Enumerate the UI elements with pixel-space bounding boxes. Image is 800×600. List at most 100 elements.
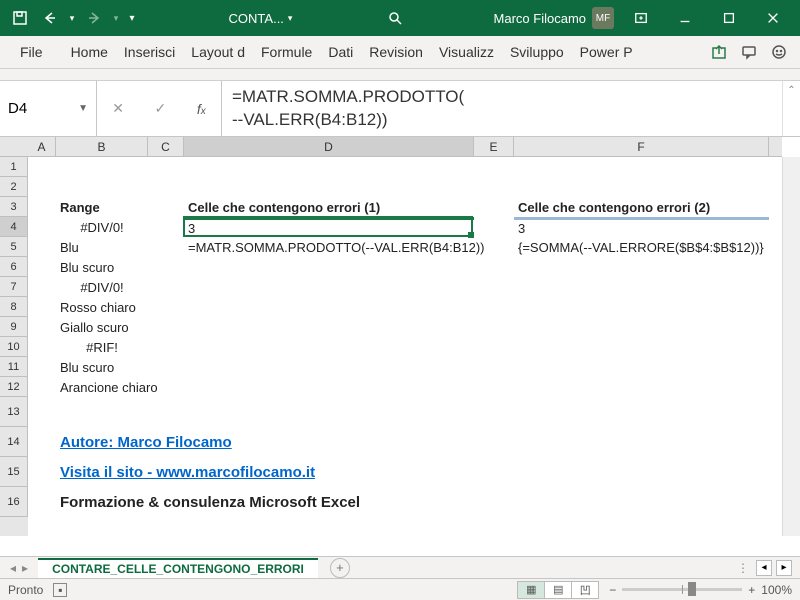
cell-A13[interactable] <box>28 397 56 427</box>
cell-A15[interactable] <box>28 457 56 487</box>
close-icon[interactable] <box>752 4 794 32</box>
cell-B12[interactable]: Arancione chiaro <box>56 377 148 397</box>
cell-F5[interactable]: {=SOMMA(--VAL.ERRORE($B$4:$B$12))} <box>514 237 769 257</box>
row-header-13[interactable]: 13 <box>0 397 28 427</box>
cell-F12[interactable] <box>514 377 769 397</box>
cell-F8[interactable] <box>514 297 769 317</box>
cell-C16[interactable] <box>148 487 184 517</box>
cell-D10[interactable] <box>184 337 474 357</box>
cell-B16[interactable]: Formazione & consulenza Microsoft Excel <box>56 487 148 517</box>
cell-D4[interactable]: 3 <box>184 217 474 237</box>
share-icon[interactable] <box>704 44 734 60</box>
zoom-slider[interactable] <box>622 588 742 591</box>
cancel-formula-icon[interactable]: ✕ <box>112 100 124 117</box>
redo-icon[interactable] <box>80 4 108 32</box>
zoom-out-button[interactable]: − <box>609 583 616 597</box>
row-header-10[interactable]: 10 <box>0 337 28 357</box>
cell-A9[interactable] <box>28 317 56 337</box>
cell-B2[interactable] <box>56 177 148 197</box>
cell-E5[interactable] <box>474 237 514 257</box>
cell-C15[interactable] <box>148 457 184 487</box>
view-page-layout-icon[interactable]: ▤ <box>544 581 572 599</box>
cell-D14[interactable] <box>184 427 474 457</box>
cell-E7[interactable] <box>474 277 514 297</box>
minimize-icon[interactable] <box>664 4 706 32</box>
tab-home[interactable]: Home <box>63 38 116 66</box>
zoom-in-button[interactable]: + <box>748 583 755 597</box>
fx-icon[interactable]: fx <box>197 101 206 117</box>
row-header-12[interactable]: 12 <box>0 377 28 397</box>
cell-E4[interactable] <box>474 217 514 237</box>
cell-D16[interactable] <box>184 487 474 517</box>
cell-A5[interactable] <box>28 237 56 257</box>
cell-C10[interactable] <box>148 337 184 357</box>
cell-F7[interactable] <box>514 277 769 297</box>
row-header-7[interactable]: 7 <box>0 277 28 297</box>
cell-C4[interactable] <box>148 217 184 237</box>
cell-D8[interactable] <box>184 297 474 317</box>
cell-A2[interactable] <box>28 177 56 197</box>
tab-layout[interactable]: Layout d <box>183 38 253 66</box>
add-sheet-button[interactable]: + <box>330 558 350 578</box>
cell-B3[interactable]: Range <box>56 197 148 217</box>
cell-F16[interactable] <box>514 487 769 517</box>
cell-F3[interactable]: Celle che contengono errori (2) <box>514 197 769 217</box>
comments-icon[interactable] <box>734 44 764 60</box>
cell-B1[interactable] <box>56 157 148 177</box>
tab-formulas[interactable]: Formule <box>253 38 320 66</box>
row-header-2[interactable]: 2 <box>0 177 28 197</box>
row-header-4[interactable]: 4 <box>0 217 28 237</box>
cell-A10[interactable] <box>28 337 56 357</box>
save-icon[interactable] <box>6 4 34 32</box>
col-header-C[interactable]: C <box>148 137 184 156</box>
cell-E11[interactable] <box>474 357 514 377</box>
row-header-1[interactable]: 1 <box>0 157 28 177</box>
col-header-D[interactable]: D <box>184 137 474 156</box>
cell-B4[interactable]: #DIV/0! <box>56 217 148 237</box>
cell-A3[interactable] <box>28 197 56 217</box>
col-header-E[interactable]: E <box>474 137 514 156</box>
cell-C9[interactable] <box>148 317 184 337</box>
cell-A6[interactable] <box>28 257 56 277</box>
cell-C12[interactable] <box>148 377 184 397</box>
hscroll-left[interactable]: ◂ <box>756 560 772 576</box>
tab-insert[interactable]: Inserisci <box>116 38 183 66</box>
row-header-15[interactable]: 15 <box>0 457 28 487</box>
cell-E6[interactable] <box>474 257 514 277</box>
sheet-tab[interactable]: CONTARE_CELLE_CONTENGONO_ERRORI <box>38 558 318 578</box>
row-header-11[interactable]: 11 <box>0 357 28 377</box>
maximize-icon[interactable] <box>708 4 750 32</box>
cell-C11[interactable] <box>148 357 184 377</box>
cell-F6[interactable] <box>514 257 769 277</box>
sheet-nav-prev[interactable]: ◂ <box>10 561 16 575</box>
cell-B10[interactable]: #RIF! <box>56 337 148 357</box>
cell-E13[interactable] <box>474 397 514 427</box>
cell-A12[interactable] <box>28 377 56 397</box>
cell-D1[interactable] <box>184 157 474 177</box>
vertical-scrollbar[interactable] <box>782 157 800 536</box>
cell-F9[interactable] <box>514 317 769 337</box>
formula-input[interactable]: =MATR.SOMMA.PRODOTTO( --VAL.ERR(B4:B12)) <box>222 81 782 136</box>
cell-C7[interactable] <box>148 277 184 297</box>
undo-dropdown-icon[interactable]: ▾ <box>66 4 78 32</box>
cell-D12[interactable] <box>184 377 474 397</box>
cell-A16[interactable] <box>28 487 56 517</box>
col-header-B[interactable]: B <box>56 137 148 156</box>
name-box[interactable]: D4 ▼ <box>0 81 97 136</box>
row-header-14[interactable]: 14 <box>0 427 28 457</box>
cell-C1[interactable] <box>148 157 184 177</box>
cell-B8[interactable]: Rosso chiaro <box>56 297 148 317</box>
row-header-8[interactable]: 8 <box>0 297 28 317</box>
cell-D9[interactable] <box>184 317 474 337</box>
cell-A14[interactable] <box>28 427 56 457</box>
row-header-3[interactable]: 3 <box>0 197 28 217</box>
cell-A8[interactable] <box>28 297 56 317</box>
cell-E3[interactable] <box>474 197 514 217</box>
cell-F14[interactable] <box>514 427 769 457</box>
cell-E15[interactable] <box>474 457 514 487</box>
qat-more-icon[interactable]: ▾ <box>124 4 140 32</box>
cell-C13[interactable] <box>148 397 184 427</box>
tab-review[interactable]: Revision <box>361 38 431 66</box>
cell-E14[interactable] <box>474 427 514 457</box>
cell-D5[interactable]: =MATR.SOMMA.PRODOTTO(--VAL.ERR(B4:B12)) <box>184 237 474 257</box>
